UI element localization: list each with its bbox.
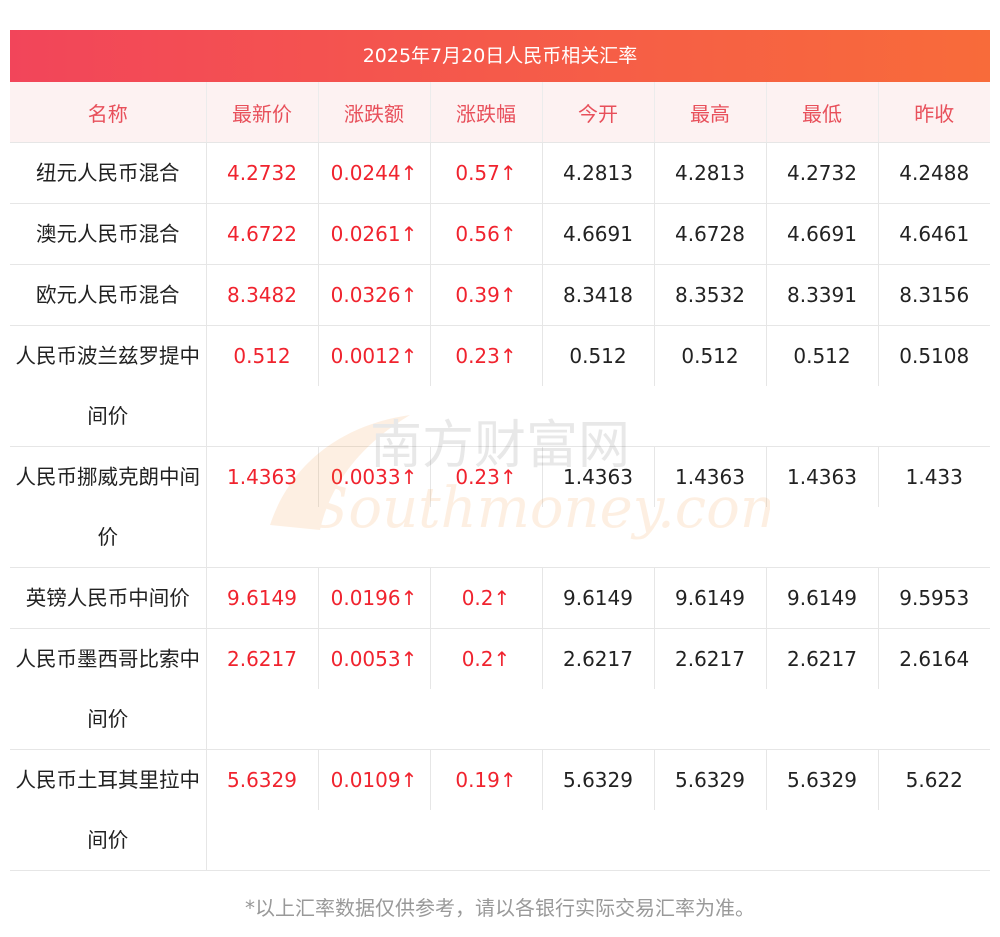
- header-open: 今开: [541, 82, 654, 143]
- currency-pair-name: 人民币土耳其里拉中间价: [10, 749, 207, 871]
- currency-pair-name: 人民币挪威克朗中间价: [10, 446, 207, 568]
- prev-close: 9.5953: [877, 567, 990, 629]
- prev-close: 5.622: [877, 749, 990, 810]
- low-price: 5.6329: [765, 749, 878, 810]
- latest-price: 4.2732: [205, 142, 318, 204]
- latest-price: 9.6149: [205, 567, 318, 629]
- open-price: 0.512: [541, 325, 654, 386]
- change-amount: 0.0196↑: [317, 567, 430, 629]
- latest-price: 2.6217: [205, 628, 318, 689]
- header-prev-close: 昨收: [877, 82, 990, 143]
- open-price: 9.6149: [541, 567, 654, 629]
- latest-price: 4.6722: [205, 203, 318, 265]
- row-spacer: [206, 810, 990, 871]
- currency-pair-name: 欧元人民币混合: [10, 264, 207, 326]
- table-row: 澳元人民币混合 4.6722 0.0261↑ 0.56↑ 4.6691 4.6728 4.6…: [10, 203, 990, 265]
- currency-pair-name: 人民币墨西哥比索中间价: [10, 628, 207, 750]
- currency-pair-name: 澳元人民币混合: [10, 203, 207, 265]
- header-low: 最低: [765, 82, 878, 143]
- disclaimer: *以上汇率数据仅供参考，请以各银行实际交易汇率为准。: [245, 896, 755, 920]
- prev-close: 1.433: [877, 446, 990, 507]
- page-title: 2025年7月20日人民币相关汇率: [10, 30, 990, 82]
- latest-price: 0.512: [205, 325, 318, 386]
- high-price: 0.512: [653, 325, 766, 386]
- low-price: 4.2732: [765, 142, 878, 204]
- change-percent: 0.57↑: [429, 142, 542, 204]
- change-percent: 0.2↑: [429, 628, 542, 689]
- table-row: 人民币墨西哥比索中间价 2.6217 0.0053↑ 0.2↑ 2.6217 2.6217…: [10, 628, 990, 750]
- change-amount: 0.0033↑: [317, 446, 430, 507]
- open-price: 2.6217: [541, 628, 654, 689]
- table-row: 欧元人民币混合 8.3482 0.0326↑ 0.39↑ 8.3418 8.3532 8.3…: [10, 264, 990, 326]
- high-price: 9.6149: [653, 567, 766, 629]
- open-price: 1.4363: [541, 446, 654, 507]
- prev-close: 4.6461: [877, 203, 990, 265]
- table-row: 英镑人民币中间价 9.6149 0.0196↑ 0.2↑ 9.6149 9.6149 9.6…: [10, 567, 990, 629]
- high-price: 2.6217: [653, 628, 766, 689]
- latest-price: 1.4363: [205, 446, 318, 507]
- change-amount: 0.0244↑: [317, 142, 430, 204]
- table-header-row: 名称 最新价 涨跌额 涨跌幅 今开 最高 最低 昨收: [10, 82, 990, 143]
- low-price: 9.6149: [765, 567, 878, 629]
- change-amount: 0.0261↑: [317, 203, 430, 265]
- header-change: 涨跌额: [317, 82, 430, 143]
- change-percent: 0.19↑: [429, 749, 542, 810]
- currency-pair-name: 英镑人民币中间价: [10, 567, 207, 629]
- prev-close: 0.5108: [877, 325, 990, 386]
- row-spacer: [206, 689, 990, 750]
- open-price: 4.6691: [541, 203, 654, 265]
- table-row: 纽元人民币混合 4.2732 0.0244↑ 0.57↑ 4.2813 4.2813 4.2…: [10, 142, 990, 204]
- change-percent: 0.23↑: [429, 325, 542, 386]
- open-price: 8.3418: [541, 264, 654, 326]
- open-price: 4.2813: [541, 142, 654, 204]
- table-row: 人民币波兰兹罗提中间价 0.512 0.0012↑ 0.23↑ 0.512 0.512 0.…: [10, 325, 990, 447]
- prev-close: 8.3156: [877, 264, 990, 326]
- change-amount: 0.0326↑: [317, 264, 430, 326]
- currency-pair-name: 纽元人民币混合: [10, 142, 207, 204]
- latest-price: 5.6329: [205, 749, 318, 810]
- high-price: 8.3532: [653, 264, 766, 326]
- low-price: 2.6217: [765, 628, 878, 689]
- high-price: 5.6329: [653, 749, 766, 810]
- low-price: 0.512: [765, 325, 878, 386]
- currency-pair-name: 人民币波兰兹罗提中间价: [10, 325, 207, 447]
- change-percent: 0.2↑: [429, 567, 542, 629]
- low-price: 1.4363: [765, 446, 878, 507]
- change-amount: 0.0053↑: [317, 628, 430, 689]
- header-latest: 最新价: [205, 82, 318, 143]
- change-amount: 0.0012↑: [317, 325, 430, 386]
- open-price: 5.6329: [541, 749, 654, 810]
- change-percent: 0.39↑: [429, 264, 542, 326]
- exchange-rate-table: 名称 最新价 涨跌额 涨跌幅 今开 最高 最低 昨收 纽元人民币混合 4.2732…: [10, 82, 990, 871]
- low-price: 4.6691: [765, 203, 878, 265]
- header-change-pct: 涨跌幅: [429, 82, 542, 143]
- high-price: 1.4363: [653, 446, 766, 507]
- change-percent: 0.56↑: [429, 203, 542, 265]
- row-spacer: [206, 386, 990, 447]
- row-spacer: [206, 507, 990, 568]
- header-high: 最高: [653, 82, 766, 143]
- prev-close: 2.6164: [877, 628, 990, 689]
- change-amount: 0.0109↑: [317, 749, 430, 810]
- high-price: 4.6728: [653, 203, 766, 265]
- table-row: 人民币土耳其里拉中间价 5.6329 0.0109↑ 0.19↑ 5.6329 5.632…: [10, 749, 990, 871]
- low-price: 8.3391: [765, 264, 878, 326]
- high-price: 4.2813: [653, 142, 766, 204]
- header-name: 名称: [10, 82, 206, 143]
- change-percent: 0.23↑: [429, 446, 542, 507]
- prev-close: 4.2488: [877, 142, 990, 204]
- table-row: 人民币挪威克朗中间价 1.4363 0.0033↑ 0.23↑ 1.4363 1.4363…: [10, 446, 990, 568]
- latest-price: 8.3482: [205, 264, 318, 326]
